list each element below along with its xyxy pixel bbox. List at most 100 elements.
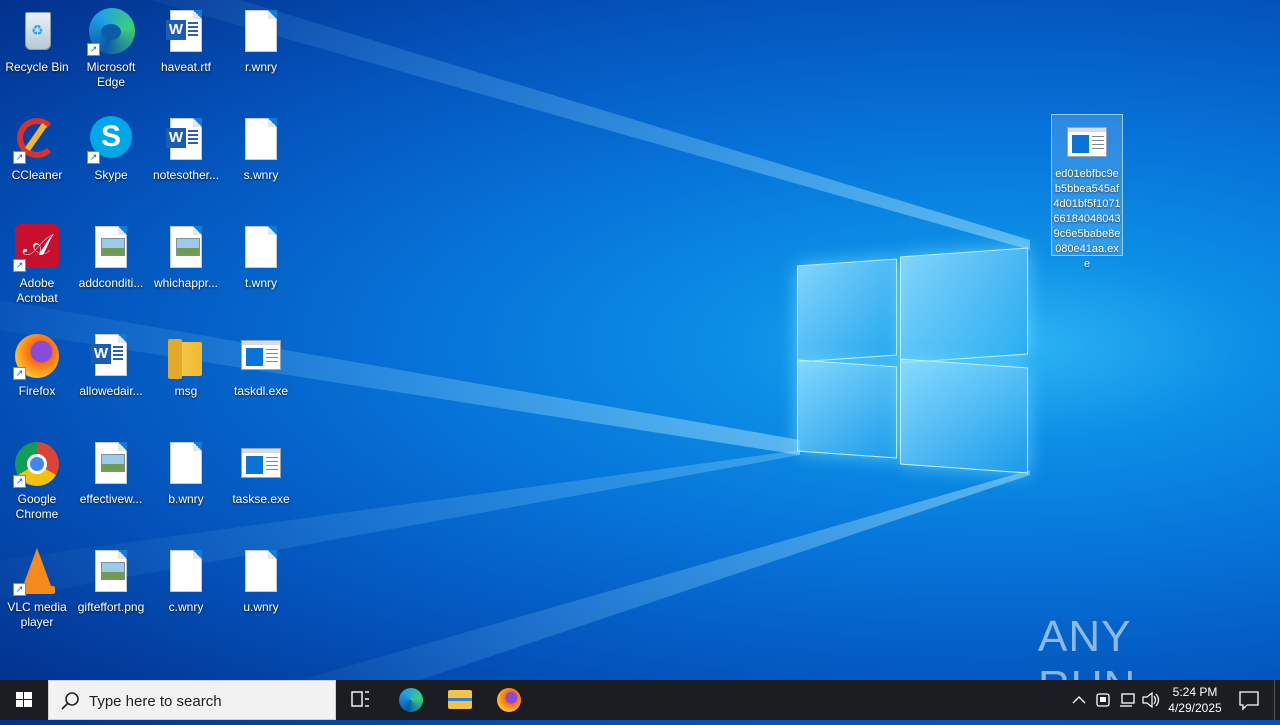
chrome-icon: ↗: [13, 440, 61, 488]
anyrun-watermark: ANY RUN: [1038, 612, 1238, 711]
icon-label: s.wnry: [243, 168, 279, 182]
ccleaner-icon: ↗: [13, 116, 61, 164]
desktop-icon-r-wnry[interactable]: r.wnry: [224, 8, 298, 75]
taskbar-search-box[interactable]: Type here to search: [48, 680, 336, 720]
icon-label: Recycle Bin: [5, 60, 69, 74]
taskbar: Type here to search 5:24 PM 4/29/2025: [0, 680, 1280, 720]
recycle-bin-icon: ♻: [13, 8, 61, 56]
word-document-icon: W: [162, 116, 210, 164]
desktop-icon-gifteffort[interactable]: gifteffort.png: [74, 548, 148, 615]
desktop-icon-adobe-acrobat[interactable]: 𝒜 ↗ Adobe Acrobat: [0, 224, 74, 306]
taskbar-clock[interactable]: 5:24 PM 4/29/2025: [1158, 684, 1232, 716]
desktop-icon-google-chrome[interactable]: ↗ Google Chrome: [0, 440, 74, 522]
tray-device-button[interactable]: [1092, 680, 1114, 720]
blank-file-icon: [237, 224, 285, 272]
desktop-icon-effectivew[interactable]: effectivew...: [74, 440, 148, 507]
adobe-acrobat-icon: 𝒜 ↗: [13, 224, 61, 272]
desktop-icon-c-wnry[interactable]: c.wnry: [149, 548, 223, 615]
blank-file-icon: [237, 116, 285, 164]
icon-label: CCleaner: [11, 168, 63, 182]
executable-icon: [1063, 119, 1111, 167]
desktop-icon-microsoft-edge[interactable]: ↗ Microsoft Edge: [74, 8, 148, 90]
executable-icon: [237, 440, 285, 488]
image-file-icon: [87, 440, 135, 488]
device-icon: [1096, 693, 1110, 707]
shortcut-arrow-icon: ↗: [87, 43, 100, 56]
notification-icon: [1239, 691, 1259, 711]
desktop-icon-whichappr[interactable]: whichappr...: [149, 224, 223, 291]
show-hidden-icons-button[interactable]: [1068, 680, 1090, 720]
blank-file-icon: [237, 548, 285, 596]
shortcut-arrow-icon: ↗: [13, 259, 26, 272]
icon-label: Adobe Acrobat: [16, 276, 58, 305]
desktop-icon-firefox[interactable]: ↗ Firefox: [0, 332, 74, 399]
selected-desktop-icon[interactable]: ed01ebfbc9eb5bbea545af4d01bf5f1071661840…: [1051, 114, 1123, 270]
skype-icon: S ↗: [87, 116, 135, 164]
task-view-icon: [351, 691, 369, 707]
shortcut-arrow-icon: ↗: [13, 151, 26, 164]
icon-label: effectivew...: [79, 492, 143, 506]
icon-label: b.wnry: [168, 492, 204, 506]
icon-label: VLC media player: [7, 600, 67, 629]
icon-label: haveat.rtf: [160, 60, 212, 74]
icon-label: Microsoft Edge: [86, 60, 136, 89]
desktop-icon-skype[interactable]: S ↗ Skype: [74, 116, 148, 183]
icon-label: ed01ebfbc9eb5bbea545af4d01bf5f1071661840…: [1053, 168, 1121, 270]
show-desktop-button[interactable]: [1274, 680, 1280, 720]
icon-label: allowedair...: [79, 384, 143, 398]
icon-label: notesother...: [152, 168, 220, 182]
icon-label: taskse.exe: [232, 492, 290, 506]
image-file-icon: [87, 548, 135, 596]
shortcut-arrow-icon: ↗: [87, 151, 100, 164]
edge-icon: ↗: [87, 8, 135, 56]
clock-date: 4/29/2025: [1168, 701, 1222, 715]
desktop-icon-b-wnry[interactable]: b.wnry: [149, 440, 223, 507]
vlc-cone-icon: ↗: [13, 548, 61, 596]
desktop-icon-s-wnry[interactable]: s.wnry: [224, 116, 298, 183]
desktop-icon-ccleaner[interactable]: ↗ CCleaner: [0, 116, 74, 183]
folder-icon: [162, 332, 210, 380]
icon-label: Skype: [94, 168, 128, 182]
icon-label: addconditi...: [78, 276, 144, 290]
icon-label: whichappr...: [153, 276, 219, 290]
search-icon: [61, 692, 79, 710]
task-view-button[interactable]: [336, 680, 384, 720]
taskbar-firefox-button[interactable]: [485, 680, 533, 720]
icon-label: c.wnry: [168, 600, 204, 614]
icon-label: gifteffort.png: [77, 600, 145, 614]
folder-icon: [448, 690, 472, 709]
taskbar-file-explorer-button[interactable]: [436, 680, 484, 720]
taskbar-edge-button[interactable]: [387, 680, 435, 720]
desktop-icon-haveat[interactable]: W haveat.rtf: [149, 8, 223, 75]
word-document-icon: W: [87, 332, 135, 380]
desktop-icon-u-wnry[interactable]: u.wnry: [224, 548, 298, 615]
clock-time: 5:24 PM: [1172, 685, 1218, 699]
desktop-icon-notesother[interactable]: W notesother...: [149, 116, 223, 183]
icon-label: r.wnry: [244, 60, 277, 74]
action-center-button[interactable]: [1234, 680, 1264, 720]
icon-label: msg: [174, 384, 198, 398]
windows-start-icon: [16, 692, 32, 707]
edge-icon: [399, 688, 423, 712]
shortcut-arrow-icon: ↗: [13, 475, 26, 488]
desktop-icon-recycle-bin[interactable]: ♻ Recycle Bin: [0, 8, 74, 75]
image-file-icon: [87, 224, 135, 272]
firefox-icon: ↗: [13, 332, 61, 380]
image-file-icon: [162, 224, 210, 272]
desktop-icon-t-wnry[interactable]: t.wnry: [224, 224, 298, 291]
desktop-icon-msg-folder[interactable]: msg: [149, 332, 223, 399]
icon-label: taskdl.exe: [233, 384, 289, 398]
start-button[interactable]: [0, 680, 48, 720]
icon-label: Google Chrome: [15, 492, 59, 521]
desktop-icon-vlc[interactable]: ↗ VLC media player: [0, 548, 74, 630]
blank-file-icon: [237, 8, 285, 56]
chevron-up-icon: [1072, 696, 1086, 704]
desktop-icon-allowedair[interactable]: W allowedair...: [74, 332, 148, 399]
blank-file-icon: [162, 440, 210, 488]
executable-icon: [237, 332, 285, 380]
desktop-icon-taskdl[interactable]: taskdl.exe: [224, 332, 298, 399]
shortcut-arrow-icon: ↗: [13, 583, 26, 596]
desktop-icon-taskse[interactable]: taskse.exe: [224, 440, 298, 507]
desktop-icon-addconditi[interactable]: addconditi...: [74, 224, 148, 291]
tray-network-button[interactable]: [1116, 680, 1138, 720]
